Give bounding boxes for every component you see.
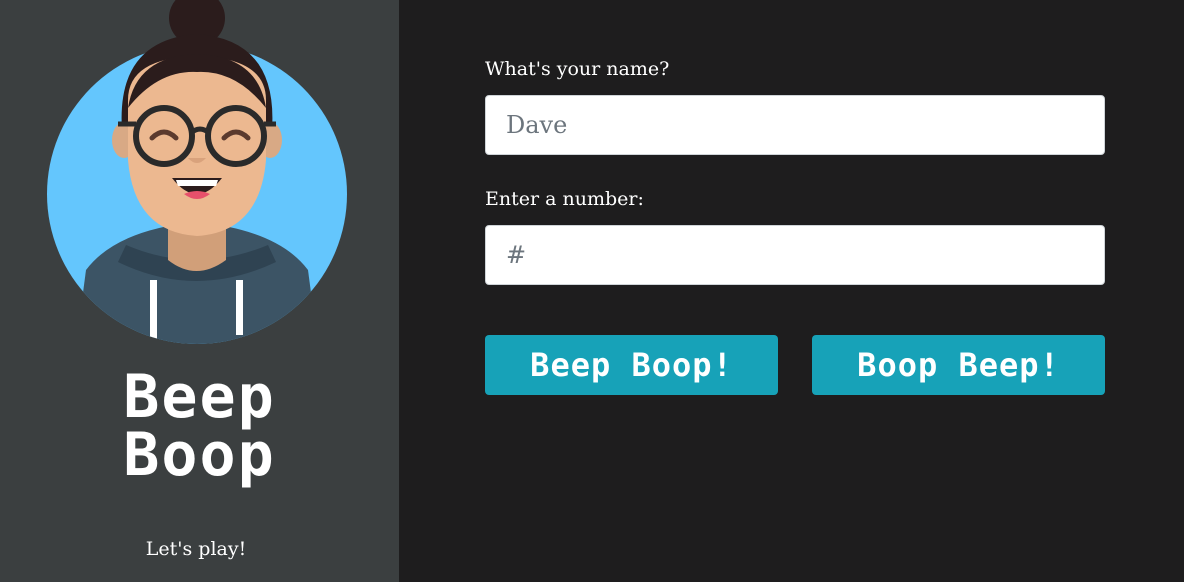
main-panel: What's your name? Enter a number: Beep B… <box>399 0 1184 582</box>
beep-boop-button[interactable]: Beep Boop! <box>485 335 778 395</box>
tagline: Let's play! <box>145 538 247 560</box>
app-title: Beep Boop <box>0 362 399 490</box>
number-input[interactable] <box>485 225 1105 285</box>
number-label: Enter a number: <box>485 188 644 210</box>
app-title-line2: Boop <box>123 420 276 490</box>
name-input[interactable] <box>485 95 1105 155</box>
boop-beep-button[interactable]: Boop Beep! <box>812 335 1105 395</box>
avatar <box>47 0 347 344</box>
name-label: What's your name? <box>485 58 670 80</box>
sidebar: Beep Boop Let's play! <box>0 0 399 582</box>
app-title-line1: Beep <box>123 362 276 432</box>
